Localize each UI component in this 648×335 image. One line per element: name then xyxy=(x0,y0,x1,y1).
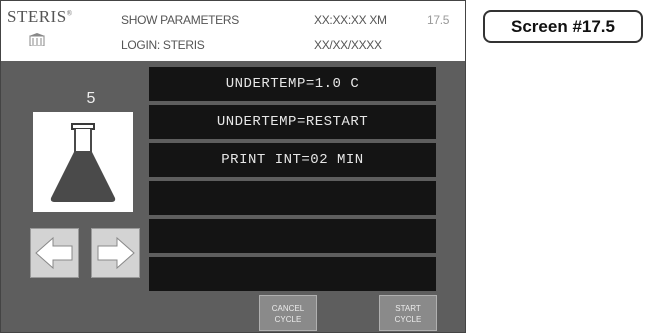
parameter-row: PRINT INT=02 MIN xyxy=(149,143,436,177)
brand-registered-mark: ® xyxy=(66,9,73,18)
arrow-left-icon xyxy=(35,236,73,270)
screen-number: 17.5 xyxy=(427,13,450,27)
mode-title: SHOW PARAMETERS xyxy=(121,13,239,27)
start-cycle-button[interactable]: START CYCLE xyxy=(379,295,437,331)
parameter-row xyxy=(149,181,436,215)
brand-logo: STERIS® xyxy=(7,7,73,27)
next-button[interactable] xyxy=(91,228,140,278)
parameter-row xyxy=(149,219,436,253)
brand-name: STERIS xyxy=(7,7,67,26)
login-status: LOGIN: STERIS xyxy=(121,38,205,52)
cancel-cycle-label-1: CANCEL xyxy=(271,304,305,313)
parameter-row: UNDERTEMP=1.0 C xyxy=(149,67,436,101)
screen-caption: Screen #17.5 xyxy=(483,10,643,43)
header-bar: STERIS® SHOW PARAMETERS LOGIN: STERIS XX… xyxy=(1,1,465,61)
start-cycle-label-1: START xyxy=(395,304,421,313)
clock-time: XX:XX:XX XM xyxy=(314,13,387,27)
parameter-row xyxy=(149,257,436,291)
load-type-display xyxy=(33,112,133,212)
start-cycle-label-2: CYCLE xyxy=(394,315,422,324)
flask-icon xyxy=(50,123,116,202)
clock-date: XX/XX/XXXX xyxy=(314,38,382,52)
cancel-cycle-label-2: CYCLE xyxy=(274,315,302,324)
previous-button[interactable] xyxy=(30,228,79,278)
building-icon xyxy=(29,33,45,46)
cancel-cycle-button[interactable]: CANCEL CYCLE xyxy=(259,295,317,331)
control-panel: STERIS® SHOW PARAMETERS LOGIN: STERIS XX… xyxy=(0,0,466,333)
item-count: 5 xyxy=(86,90,96,107)
parameter-row: UNDERTEMP=RESTART xyxy=(149,105,436,139)
arrow-right-icon xyxy=(97,236,135,270)
